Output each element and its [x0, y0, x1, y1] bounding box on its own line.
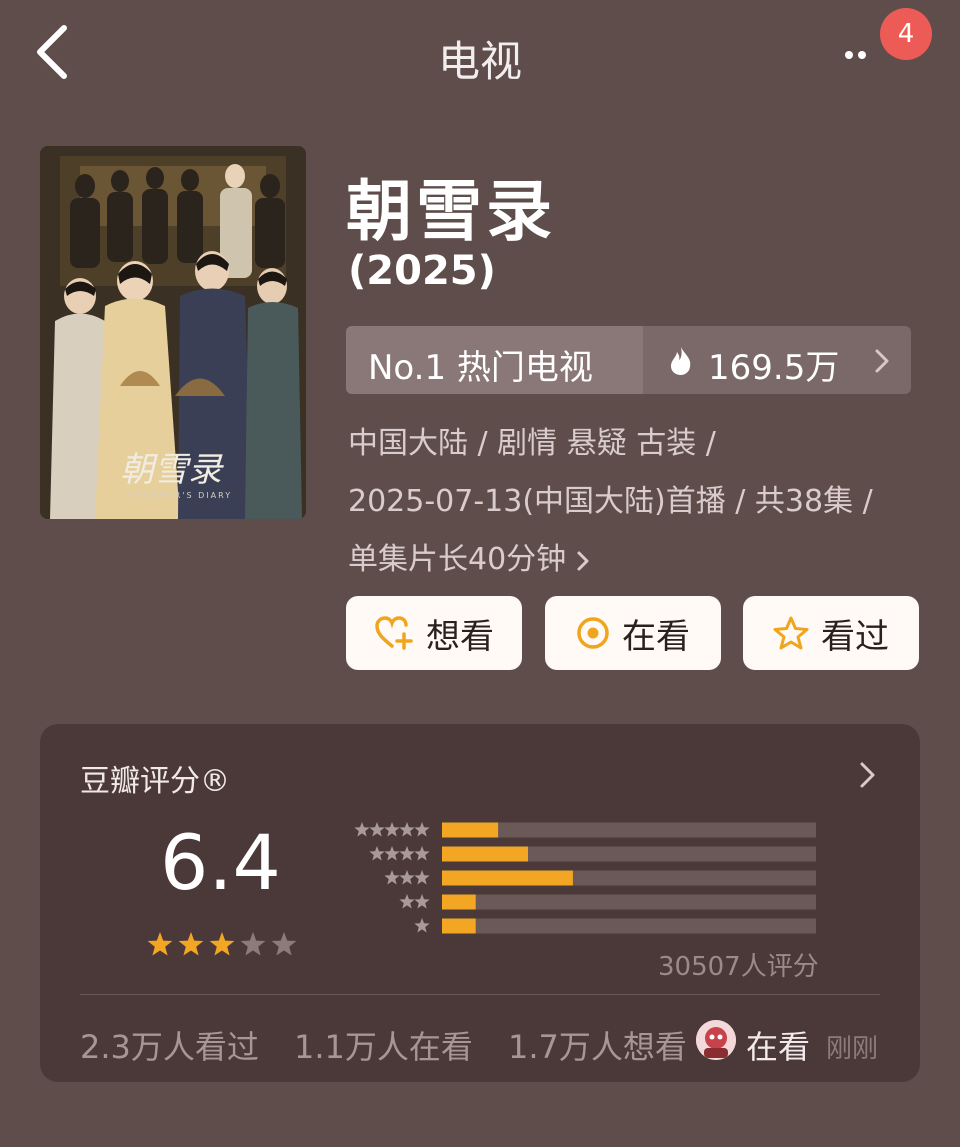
show-title: 朝雪录	[346, 173, 556, 250]
distribution-bar-4-star	[442, 846, 528, 862]
watching-button[interactable]: 在看	[545, 596, 721, 670]
show-poster[interactable]: 朝雪录 CORONER'S DIARY	[40, 146, 306, 519]
vote-count: 30507人评分	[658, 952, 819, 982]
distribution-star-icon	[414, 870, 430, 885]
star-empty-icon	[240, 932, 266, 956]
heat-count: 169.5万	[708, 348, 840, 388]
meta-episode-length: 单集片长40分钟	[348, 542, 567, 577]
chevron-right-icon[interactable]	[858, 760, 878, 790]
distribution-bar-5-star	[442, 822, 499, 838]
watched-count[interactable]: 2.3万人看过	[80, 1022, 259, 1068]
rank-label: No.1 热门电视	[368, 348, 593, 388]
distribution-star-icon	[414, 822, 430, 837]
distribution-star-icon	[399, 870, 415, 885]
fire-icon	[671, 347, 691, 375]
show-year: (2025)	[348, 248, 496, 294]
meta-episode-length-link[interactable]: 单集片长40分钟	[348, 534, 590, 578]
watched-label: 看过	[821, 616, 889, 657]
chevron-right-icon	[577, 551, 589, 570]
want-to-watch-button[interactable]: 想看	[346, 596, 522, 670]
distribution-bar-1-star	[442, 918, 476, 934]
star-filled-icon	[147, 932, 173, 956]
distribution-star-icon	[414, 918, 430, 933]
rating-stars	[147, 932, 297, 956]
watching-count[interactable]: 1.1万人在看	[294, 1022, 473, 1068]
distribution-star-icon	[414, 894, 430, 909]
rank-section[interactable]: No.1 热门电视	[346, 326, 643, 394]
rating-score: 6.4	[160, 818, 281, 907]
want-to-watch-label: 想看	[426, 616, 494, 657]
rating-distribution	[354, 822, 816, 934]
distribution-star-icon	[399, 894, 415, 909]
friend-status: 在看	[746, 1028, 811, 1066]
heart-plus-icon	[375, 616, 413, 650]
page-title: 电视	[437, 37, 522, 86]
star-empty-icon	[271, 932, 297, 956]
distribution-track	[442, 918, 816, 934]
distribution-star-icon	[384, 870, 400, 885]
distribution-star-icon	[399, 846, 415, 861]
star-filled-icon	[209, 932, 235, 956]
rating-label: 豆瓣评分®	[80, 764, 230, 799]
chevron-right-icon	[875, 349, 889, 373]
friend-avatar[interactable]	[696, 1020, 736, 1060]
distribution-star-icon	[369, 846, 385, 861]
distribution-track	[442, 894, 816, 910]
distribution-star-icon	[369, 822, 385, 837]
star-filled-icon	[178, 932, 204, 956]
star-outline-icon	[773, 616, 809, 650]
notification-badge[interactable]: 4	[880, 8, 932, 60]
distribution-star-icon	[354, 822, 370, 837]
svg-text:朝雪录: 朝雪录	[120, 450, 224, 490]
distribution-star-icon	[384, 822, 400, 837]
more-options-icon[interactable]	[845, 44, 885, 60]
want-count[interactable]: 1.7万人想看	[508, 1022, 687, 1068]
distribution-star-icon	[384, 846, 400, 861]
card-divider	[80, 994, 880, 995]
popularity-rank-bar[interactable]: No.1 热门电视 169.5万	[346, 326, 911, 394]
friend-time: 刚刚	[826, 1034, 879, 1064]
watching-label: 在看	[622, 616, 690, 657]
meta-premiere-episodes: 2025-07-13(中国大陆)首播 / 共38集 /	[348, 484, 873, 519]
distribution-bar-3-star	[442, 870, 573, 886]
distribution-bar-2-star	[442, 894, 476, 910]
target-icon	[577, 617, 609, 649]
watched-button[interactable]: 看过	[743, 596, 919, 670]
svg-text:CORONER'S DIARY: CORONER'S DIARY	[128, 491, 232, 500]
meta-region-genre: 中国大陆 / 剧情 悬疑 古装 /	[348, 426, 716, 461]
distribution-star-icon	[399, 822, 415, 837]
distribution-star-icon	[414, 846, 430, 861]
